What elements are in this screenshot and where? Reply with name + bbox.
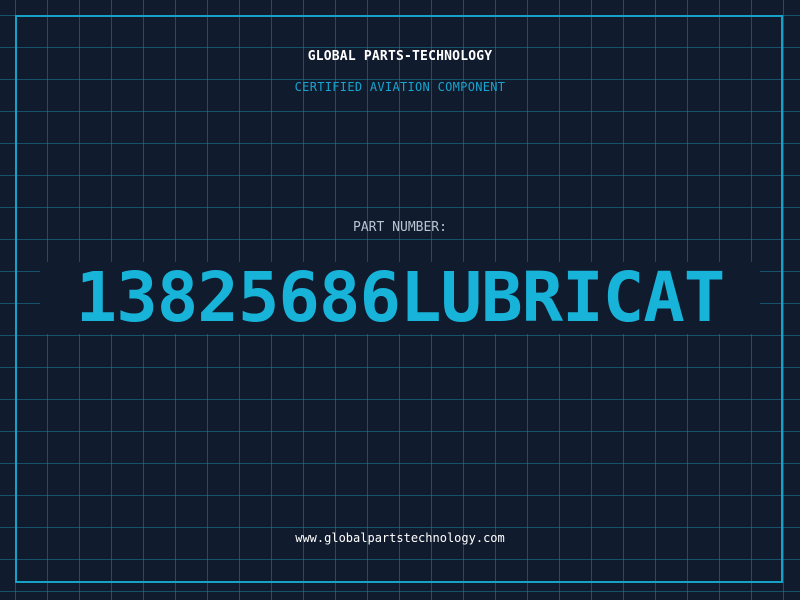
certification-tagline: CERTIFIED AVIATION COMPONENT [294,80,506,94]
part-number-value: 13825686LUBRICAT [75,258,726,338]
part-number-label: PART NUMBER: [353,220,447,235]
website-url: www.globalpartstechnology.com [295,531,505,545]
company-name: GLOBAL PARTS-TECHNOLOGY [307,49,493,64]
label-canvas: GLOBAL PARTS-TECHNOLOGY CERTIFIED AVIATI… [0,0,800,600]
